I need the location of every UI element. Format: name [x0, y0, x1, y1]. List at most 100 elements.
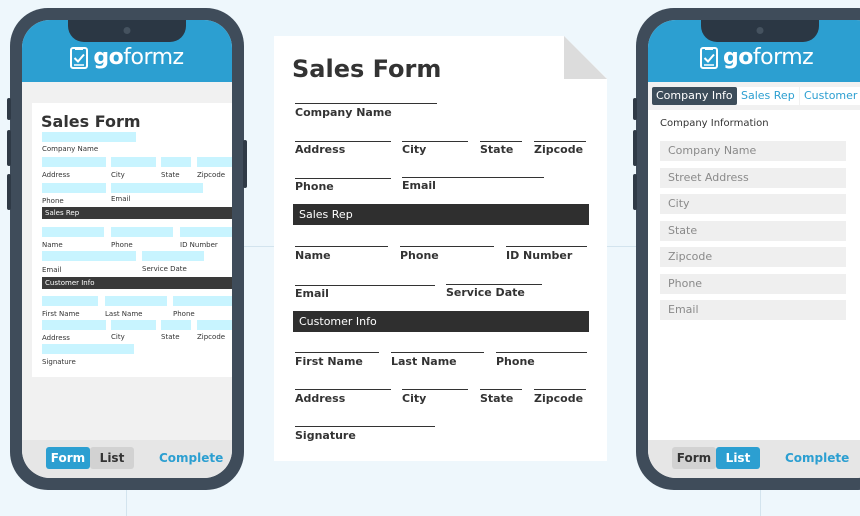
- left-phone-screen: goformz Sales Form Company Name Address …: [22, 20, 232, 478]
- last-name-field[interactable]: [105, 296, 167, 306]
- label-first-name: First Name: [295, 355, 363, 368]
- bottom-bar: Form List Complete: [22, 440, 232, 478]
- form-logo-icon: [70, 47, 89, 69]
- street-address-input[interactable]: Street Address: [660, 168, 846, 188]
- city-field[interactable]: [111, 157, 156, 167]
- label-zipcode: Zipcode: [534, 143, 584, 156]
- complete-button[interactable]: Complete: [785, 451, 849, 465]
- signature-field[interactable]: [42, 344, 134, 354]
- app-header: goformz: [648, 20, 860, 82]
- complete-button[interactable]: Complete: [159, 451, 223, 465]
- connector-line-right: [760, 488, 761, 516]
- rep-email-field[interactable]: [42, 251, 136, 261]
- paper-form: Sales Form Company Name Address City Sta…: [274, 36, 607, 461]
- tab-customer-info[interactable]: Customer I: [800, 87, 860, 105]
- label-rep-email: Email: [42, 266, 62, 274]
- address-field[interactable]: [42, 157, 106, 167]
- phone-side-button: [7, 130, 11, 166]
- label-service-date: Service Date: [142, 265, 187, 273]
- field-line: [480, 141, 522, 142]
- field-line: [295, 389, 391, 390]
- label-service-date: Service Date: [446, 286, 525, 299]
- phone-side-button: [7, 98, 11, 120]
- label-company-name: Company Name: [42, 145, 99, 153]
- label-rep-phone: Phone: [400, 249, 439, 262]
- label-id-number: ID Number: [506, 249, 573, 262]
- field-line: [402, 389, 468, 390]
- city-input[interactable]: City: [660, 194, 846, 214]
- field-line: [295, 285, 435, 286]
- zipcode-input[interactable]: Zipcode: [660, 247, 846, 267]
- tab-sales-rep[interactable]: Sales Rep: [737, 87, 799, 105]
- label-last-name: Last Name: [391, 355, 457, 368]
- section-bar-sales-rep: Sales Rep: [293, 204, 589, 225]
- phone-notch: [701, 20, 819, 42]
- field-line: [295, 141, 391, 142]
- label-name: Name: [42, 241, 63, 249]
- label-signature: Signature: [295, 429, 356, 442]
- goformz-logo: goformz: [700, 47, 860, 69]
- label-customer-phone: Phone: [496, 355, 535, 368]
- label-state: State: [480, 143, 514, 156]
- list-view-button[interactable]: List: [716, 447, 760, 469]
- customer-city-field[interactable]: [111, 320, 156, 330]
- phone-power-button: [243, 140, 247, 188]
- zipcode-field[interactable]: [197, 157, 232, 167]
- label-email: Email: [402, 179, 436, 192]
- label-city: City: [402, 143, 427, 156]
- field-line: [446, 284, 542, 285]
- state-field[interactable]: [161, 157, 191, 167]
- first-name-field[interactable]: [42, 296, 98, 306]
- phone-input[interactable]: Phone: [660, 274, 846, 294]
- rep-phone-field[interactable]: [111, 227, 173, 237]
- id-number-field[interactable]: [180, 227, 232, 237]
- field-line: [391, 352, 484, 353]
- right-phone-screen: goformz Company Info Sales Rep Customer …: [648, 20, 860, 478]
- phone-notch: [68, 20, 186, 42]
- goformz-logo: goformz: [22, 47, 232, 69]
- customer-zipcode-field[interactable]: [197, 320, 232, 330]
- app-header: goformz: [22, 20, 232, 82]
- label-customer-city: City: [111, 333, 125, 341]
- label-company-name: Company Name: [295, 106, 392, 119]
- email-input[interactable]: Email: [660, 300, 846, 320]
- label-phone: Phone: [295, 180, 334, 193]
- connector-line-left: [126, 488, 127, 516]
- label-phone: Phone: [42, 197, 64, 205]
- field-line: [402, 141, 468, 142]
- list-view-button[interactable]: List: [90, 447, 134, 469]
- label-customer-zipcode: Zipcode: [197, 333, 226, 341]
- section-bar-customer-info: Customer Info: [42, 277, 232, 289]
- field-line: [295, 352, 379, 353]
- email-field[interactable]: [111, 183, 203, 193]
- form-view-button[interactable]: Form: [672, 447, 716, 469]
- state-input[interactable]: State: [660, 221, 846, 241]
- form-view-button[interactable]: Form: [46, 447, 90, 469]
- company-name-input[interactable]: Company Name: [660, 141, 846, 161]
- section-bar-sales-rep: Sales Rep: [42, 207, 232, 219]
- tab-company-info[interactable]: Company Info: [652, 87, 737, 105]
- section-title: Company Information: [660, 118, 769, 129]
- label-customer-address: Address: [295, 392, 346, 405]
- label-customer-state: State: [161, 333, 180, 341]
- bottom-bar: Form List Complete: [648, 440, 860, 478]
- phone-field[interactable]: [42, 183, 106, 193]
- customer-state-field[interactable]: [161, 320, 191, 330]
- field-line: [534, 389, 586, 390]
- phone-side-button: [633, 174, 637, 210]
- label-customer-zipcode: Zipcode: [534, 392, 584, 405]
- right-phone: goformz Company Info Sales Rep Customer …: [633, 8, 860, 490]
- company-name-field[interactable]: [42, 132, 136, 142]
- section-bar-customer-info: Customer Info: [293, 311, 589, 332]
- label-city: City: [111, 171, 125, 179]
- field-line: [402, 177, 544, 178]
- service-date-field[interactable]: [142, 251, 204, 261]
- customer-address-field[interactable]: [42, 320, 106, 330]
- paper-title: Sales Form: [292, 55, 442, 83]
- phone-side-button: [633, 130, 637, 166]
- customer-phone-field[interactable]: [173, 296, 232, 306]
- label-customer-address: Address: [42, 334, 70, 342]
- paper-fold: [564, 36, 607, 79]
- label-name: Name: [295, 249, 331, 262]
- name-field[interactable]: [42, 227, 104, 237]
